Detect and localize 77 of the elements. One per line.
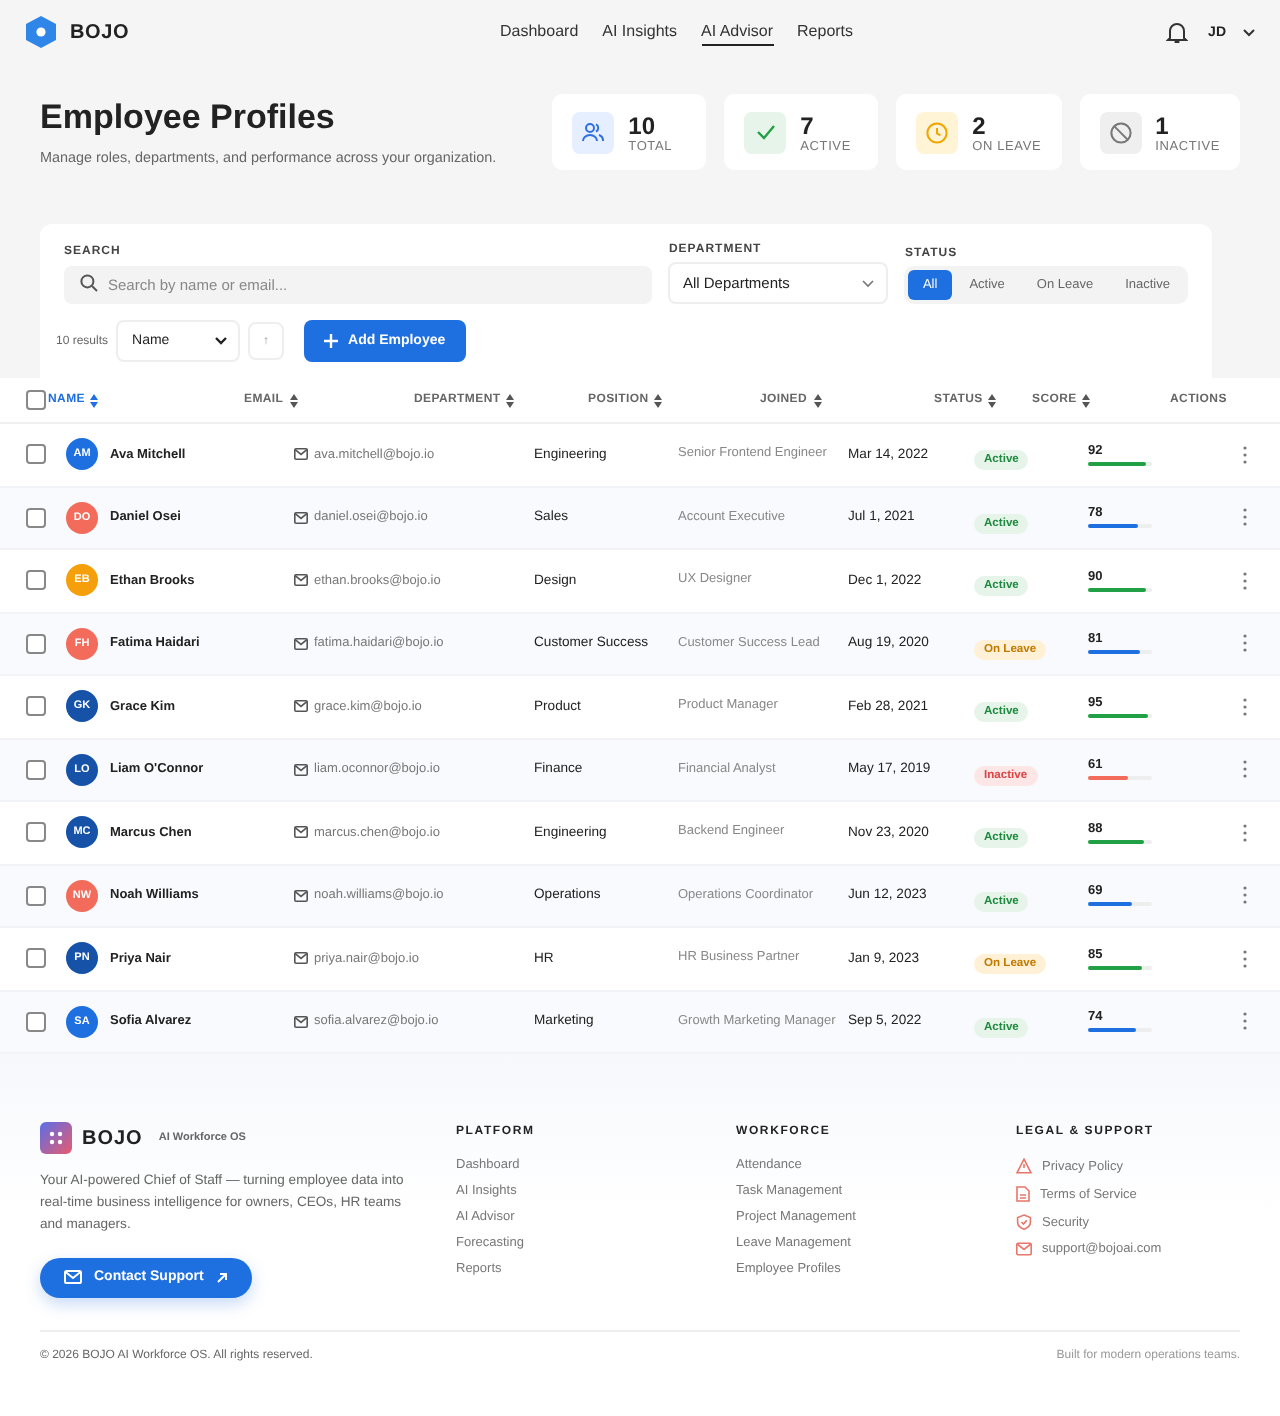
more-icon[interactable]	[1242, 697, 1248, 716]
score-bar	[1088, 524, 1152, 529]
mail-icon	[294, 952, 308, 965]
stat-value: 2	[972, 111, 988, 139]
stat-value: 10	[628, 111, 658, 139]
mail-icon	[294, 448, 308, 461]
score-bar	[1088, 776, 1152, 781]
chevron-down-icon	[862, 279, 875, 287]
stat-value: 1	[1155, 111, 1171, 139]
nav-link[interactable]: Dashboard	[500, 18, 579, 46]
row-checkbox[interactable]	[26, 759, 46, 780]
more-icon[interactable]	[1242, 823, 1248, 842]
document-icon	[1016, 1186, 1030, 1202]
score-bar	[1088, 965, 1152, 970]
score-bar	[1088, 713, 1152, 718]
score-bar	[1088, 839, 1152, 844]
sort-icon	[654, 393, 663, 407]
row-checkbox[interactable]	[26, 444, 46, 465]
score-bar	[1088, 1028, 1152, 1033]
check-icon	[755, 124, 776, 140]
page-title: Employee Profiles	[40, 98, 337, 138]
more-icon[interactable]	[1242, 1012, 1248, 1031]
sort-icon	[90, 393, 99, 407]
shield-icon	[1016, 1214, 1032, 1230]
row-checkbox[interactable]	[26, 696, 46, 717]
mail-icon	[294, 1015, 308, 1028]
mail-icon	[1016, 1242, 1032, 1256]
sort-icon	[289, 393, 298, 407]
chevron-down-icon	[214, 336, 229, 346]
row-checkbox[interactable]	[26, 570, 46, 591]
mail-icon	[294, 574, 308, 587]
select-all-checkbox[interactable]	[26, 390, 46, 410]
mail-icon	[294, 700, 308, 713]
logo-icon	[40, 1122, 72, 1154]
stat-value: 7	[800, 111, 816, 139]
arrow-up-right-icon	[215, 1271, 228, 1284]
nav-link[interactable]: AI Advisor	[701, 18, 774, 46]
warning-icon	[1016, 1158, 1032, 1174]
sort-icon	[813, 393, 822, 407]
score-bar	[1088, 461, 1152, 466]
search-icon	[80, 274, 98, 292]
sort-icon	[1082, 393, 1091, 407]
mail-icon	[294, 511, 308, 524]
mail-icon	[64, 1270, 82, 1285]
row-checkbox[interactable]	[26, 822, 46, 843]
nav-link[interactable]: AI Insights	[602, 18, 677, 46]
bell-icon[interactable]	[1166, 20, 1189, 44]
brand-name: BOJO	[82, 1127, 143, 1149]
blocked-icon	[1109, 121, 1132, 143]
nav-link[interactable]: Reports	[797, 18, 854, 46]
mail-icon	[294, 637, 308, 650]
more-icon[interactable]	[1242, 571, 1248, 590]
row-checkbox[interactable]	[26, 507, 46, 528]
more-icon[interactable]	[1242, 949, 1248, 968]
score-bar	[1088, 902, 1152, 907]
more-icon[interactable]	[1242, 508, 1248, 527]
more-icon[interactable]	[1242, 445, 1248, 464]
row-checkbox[interactable]	[26, 948, 46, 969]
logo-icon	[26, 16, 56, 48]
people-icon	[582, 122, 605, 142]
mail-icon	[294, 889, 308, 902]
more-icon[interactable]	[1242, 634, 1248, 653]
more-icon[interactable]	[1242, 760, 1248, 779]
mail-icon	[294, 826, 308, 839]
more-icon[interactable]	[1242, 886, 1248, 905]
brand-name: BOJO	[70, 21, 130, 43]
clock-icon	[926, 121, 949, 143]
plus-icon	[324, 334, 339, 348]
row-checkbox[interactable]	[26, 1011, 46, 1032]
score-bar	[1088, 650, 1152, 655]
mail-icon	[294, 763, 308, 776]
chevron-down-icon[interactable]	[1242, 27, 1256, 37]
score-bar	[1088, 587, 1152, 592]
row-checkbox[interactable]	[26, 633, 46, 654]
row-checkbox[interactable]	[26, 885, 46, 906]
sort-icon	[506, 393, 515, 407]
sort-icon	[988, 393, 997, 407]
